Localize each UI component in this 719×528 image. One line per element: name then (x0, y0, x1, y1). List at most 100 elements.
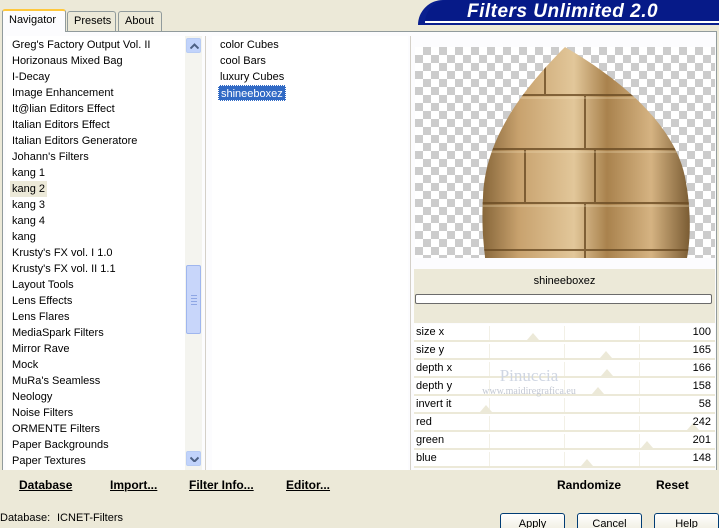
action-bar: Database Import... Filter Info... Editor… (2, 470, 717, 499)
category-item[interactable]: Krusty's FX vol. II 1.1 (12, 261, 116, 277)
slider-tick (639, 452, 640, 466)
slider-tick (564, 344, 565, 358)
slider-row[interactable]: red 242 (414, 414, 715, 432)
slider-thumb[interactable] (480, 405, 492, 412)
filter-item[interactable]: cool Bars (220, 53, 266, 69)
slider-tick (564, 398, 565, 412)
slider-label: size y (416, 344, 445, 356)
slider-thumb[interactable] (641, 441, 653, 448)
category-list[interactable]: Greg's Factory Output Vol. II Horizonaus … (6, 36, 202, 470)
cancel-button[interactable]: Cancel (577, 513, 642, 528)
editor-button[interactable]: Editor... (286, 478, 330, 492)
reset-button[interactable]: Reset (656, 478, 689, 492)
category-item[interactable]: Greg's Factory Output Vol. II (12, 37, 150, 53)
slider-tick (564, 452, 565, 466)
filter-list[interactable]: color Cubes cool Bars luxury Cubes shineebo… (212, 36, 408, 470)
slider-row[interactable]: size x 100 (414, 324, 715, 342)
slider-tick (489, 434, 490, 448)
slider-row[interactable]: blue 148 (414, 450, 715, 468)
slider-value: 242 (692, 416, 711, 428)
slider-tick (639, 434, 640, 448)
help-button[interactable]: Help (654, 513, 719, 528)
import-button[interactable]: Import... (110, 478, 157, 492)
slider-tick (564, 416, 565, 430)
slider-row[interactable]: invert it 58 (414, 396, 715, 414)
slider-thumb[interactable] (581, 459, 593, 466)
randomize-button[interactable]: Randomize (557, 478, 621, 492)
category-item[interactable]: kang 2 (10, 181, 48, 197)
category-item[interactable]: Paper Backgrounds (12, 437, 109, 453)
app-banner: Filters Unlimited 2.0 (418, 0, 719, 25)
filter-item[interactable]: luxury Cubes (220, 69, 284, 85)
scroll-thumb[interactable] (186, 265, 201, 334)
tab-presets[interactable]: Presets (67, 11, 116, 31)
slider-tick (564, 434, 565, 448)
slider-label: size x (416, 326, 445, 338)
filter-name-label: shineeboxez (533, 275, 596, 287)
category-item[interactable]: kang 4 (12, 213, 45, 229)
category-item[interactable]: kang 3 (12, 197, 45, 213)
category-item[interactable]: Lens Flares (12, 309, 69, 325)
slider-label: invert it (416, 398, 452, 410)
slider-value: 158 (692, 380, 711, 392)
category-item[interactable]: Italian Editors Effect (12, 117, 110, 133)
tab-navigator[interactable]: Navigator (2, 9, 66, 32)
category-item[interactable]: Image Enhancement (12, 85, 114, 101)
category-item[interactable]: kang (12, 229, 36, 245)
slider-value: 148 (692, 452, 711, 464)
slider-label: depth x (416, 362, 453, 374)
category-item[interactable]: kang 1 (12, 165, 45, 181)
category-item[interactable]: Neology (12, 389, 52, 405)
filter-item[interactable]: color Cubes (220, 37, 279, 53)
slider-track (414, 466, 715, 468)
scroll-up-button[interactable] (186, 38, 201, 53)
slider-tick (564, 326, 565, 340)
database-status-label: Database: (0, 512, 51, 524)
slider-thumb[interactable] (600, 351, 612, 358)
category-item[interactable]: Italian Editors Generatore (12, 133, 137, 149)
tab-about[interactable]: About (118, 11, 162, 31)
slider-thumb[interactable] (527, 333, 539, 340)
apply-button[interactable]: Apply (500, 513, 565, 528)
slider-value: 166 (692, 362, 711, 374)
slider-label: red (416, 416, 432, 428)
slider-label: blue (416, 452, 437, 464)
slider-tick (489, 326, 490, 340)
watermark-url: www.maidiregrafica.eu (482, 386, 576, 397)
category-item[interactable]: Horizonaus Mixed Bag (12, 53, 123, 69)
category-item[interactable]: Noise Filters (12, 405, 73, 421)
category-item[interactable]: MuRa's Seamless (12, 373, 100, 389)
category-item[interactable]: Mock (12, 357, 38, 373)
chevron-up-icon (190, 43, 199, 49)
watermark-name: Pinuccia (499, 366, 559, 385)
slider-tick (639, 326, 640, 340)
category-item[interactable]: Paper Textures (12, 453, 86, 469)
preview-image (482, 47, 690, 258)
slider-row[interactable]: size y 165 (414, 342, 715, 360)
database-button[interactable]: Database (19, 478, 72, 492)
slider-tick (489, 344, 490, 358)
category-item[interactable]: Lens Effects (12, 293, 72, 309)
scroll-down-button[interactable] (186, 451, 201, 466)
filter-name-area: shineeboxez (414, 269, 715, 323)
category-item[interactable]: I-Decay (12, 69, 50, 85)
slider-tick (639, 416, 640, 430)
slider-row[interactable]: green 201 (414, 432, 715, 450)
category-item[interactable]: MediaSpark Filters (12, 325, 104, 341)
filter-item[interactable]: shineeboxez (218, 85, 286, 101)
category-item[interactable]: Mirror Rave (12, 341, 69, 357)
chevron-down-icon (190, 456, 199, 462)
category-scrollbar[interactable] (185, 36, 202, 470)
slider-tick (639, 362, 640, 376)
slider-label: green (416, 434, 445, 446)
category-item[interactable]: It@lian Editors Effect (12, 101, 115, 117)
app-title: Filters Unlimited 2.0 (467, 1, 659, 22)
database-status-value: ICNET-Filters (57, 512, 123, 524)
category-item[interactable]: Layout Tools (12, 277, 74, 293)
category-item[interactable]: Krusty's FX vol. I 1.0 (12, 245, 113, 261)
category-item[interactable]: ORMENTE Filters (12, 421, 100, 437)
slider-thumb[interactable] (601, 369, 613, 376)
slider-tick (639, 344, 640, 358)
category-item[interactable]: Johann's Filters (12, 149, 89, 165)
filter-info-button[interactable]: Filter Info... (189, 478, 254, 492)
